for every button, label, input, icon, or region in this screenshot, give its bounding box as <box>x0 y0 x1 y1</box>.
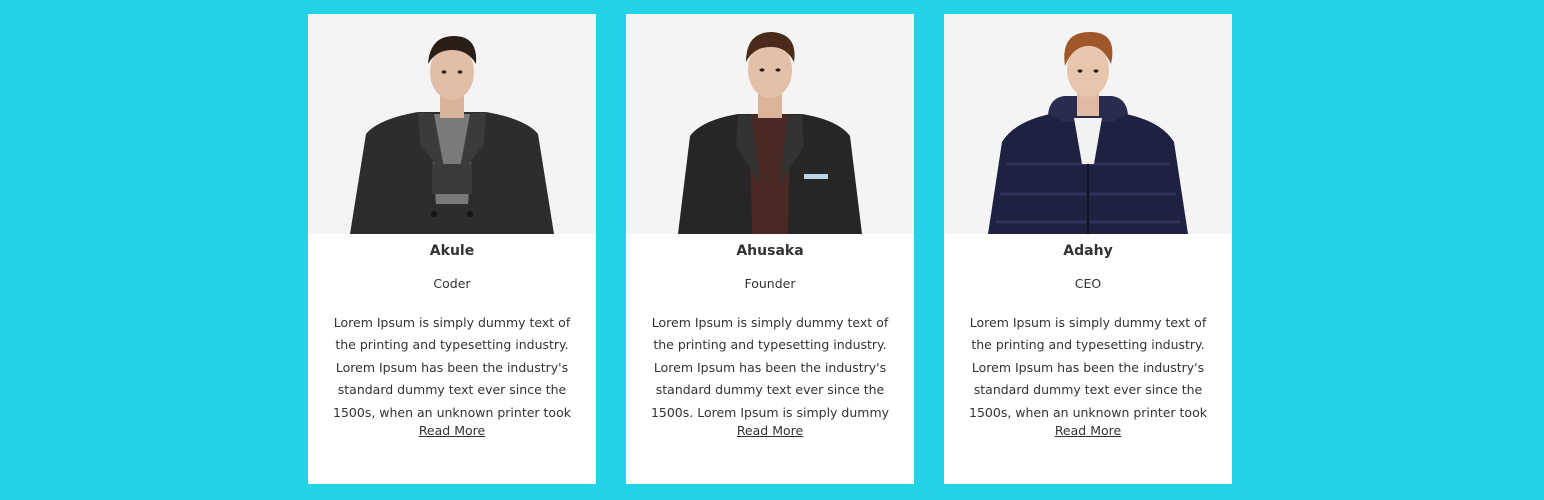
team-card: Adahy CEO Lorem Ipsum is simply dummy te… <box>944 14 1232 484</box>
team-member-name: Ahusaka <box>736 243 804 259</box>
team-member-name: Adahy <box>1063 243 1113 259</box>
read-more-link[interactable]: Read More <box>626 423 914 439</box>
team-member-photo <box>308 14 596 234</box>
team-member-name: Akule <box>429 243 475 259</box>
read-more-link[interactable]: Read More <box>944 423 1232 439</box>
team-member-role: Founder <box>744 276 796 291</box>
portrait-illustration <box>350 36 554 234</box>
portrait-illustration <box>678 32 862 234</box>
read-more-link[interactable]: Read More <box>308 423 596 439</box>
team-member-bio: Lorem Ipsum is simply dummy text of the … <box>333 315 571 420</box>
team-section: Akule Coder Lorem Ipsum is simply dummy … <box>308 14 1232 484</box>
team-member-bio: Lorem Ipsum is simply dummy text of the … <box>969 315 1207 420</box>
team-member-role: Coder <box>433 276 471 291</box>
team-member-role: CEO <box>1074 276 1102 291</box>
team-card: Ahusaka Founder Lorem Ipsum is simply du… <box>626 14 914 484</box>
team-member-photo <box>944 14 1232 234</box>
portrait-illustration <box>988 32 1188 234</box>
team-member-bio: Lorem Ipsum is simply dummy text of the … <box>650 315 890 420</box>
team-card: Akule Coder Lorem Ipsum is simply dummy … <box>308 14 596 484</box>
team-member-photo <box>626 14 914 234</box>
